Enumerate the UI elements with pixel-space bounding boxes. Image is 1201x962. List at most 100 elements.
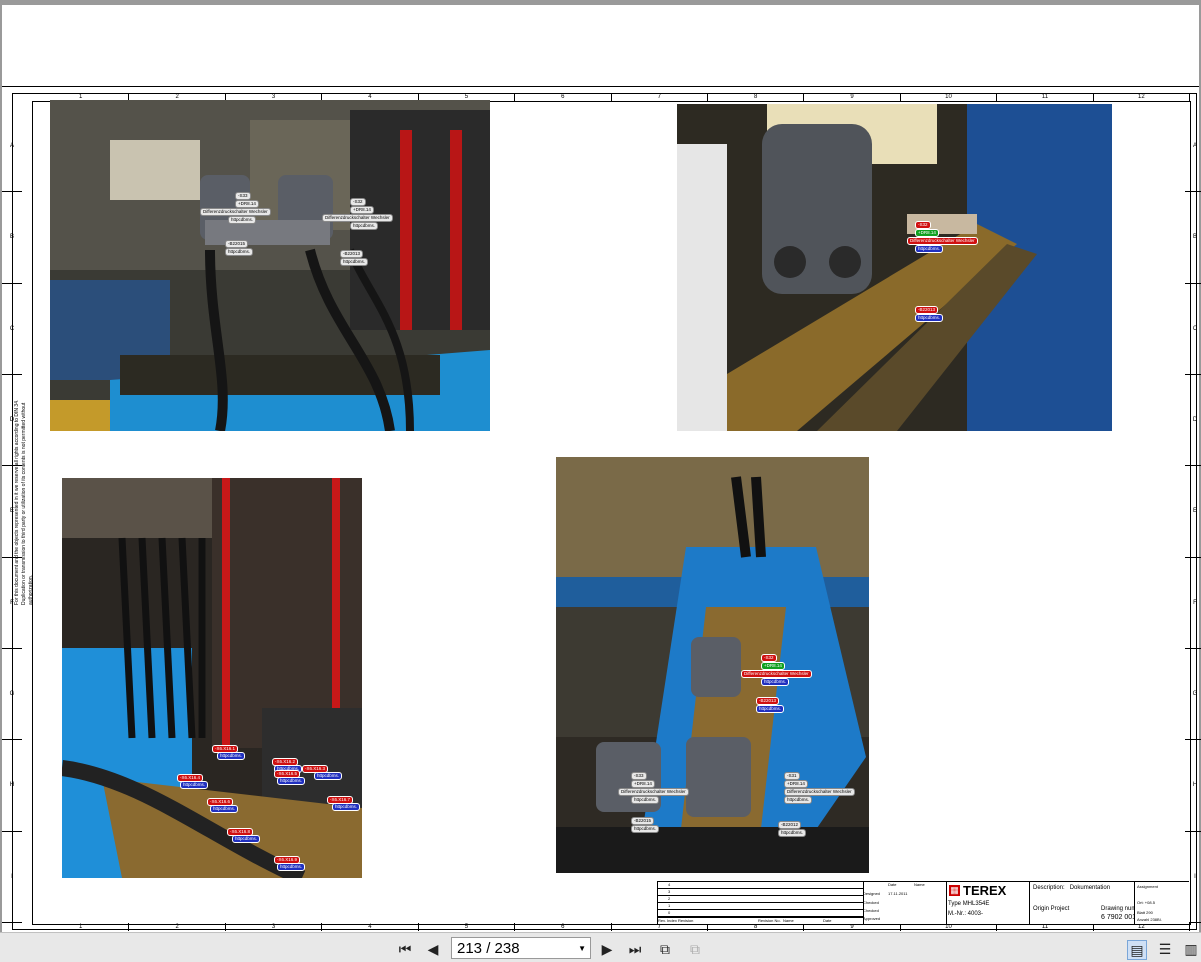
mnr-value: 4003- <box>967 911 984 917</box>
photo-annotation-label[interactable]: +DR8.14 <box>784 780 808 788</box>
date-header: Date <box>823 918 832 923</box>
photo-annotation-label[interactable]: httpcdbms. <box>332 803 361 811</box>
photo-annotation-label[interactable]: httpcdbms. <box>277 777 306 785</box>
revision-header: Revision <box>678 918 694 923</box>
photo-annotation-label[interactable]: Differenzdruckschalter Wechsler <box>741 670 812 678</box>
photo-annotation-label[interactable]: -S33 <box>235 192 251 200</box>
photo-annotation-label[interactable]: -S32 <box>350 198 366 206</box>
photo-annotation-label[interactable]: Differenzdruckschalter Wechsler <box>618 788 689 796</box>
photo-annotation-label[interactable]: httpcdbms. <box>631 825 660 833</box>
description-label: Description: <box>1033 885 1065 891</box>
photo-annotation-label[interactable]: Differenzdruckschalter Wechsler <box>907 237 978 245</box>
facing-pages-view-icon[interactable]: ▥ <box>1182 940 1200 958</box>
photo-filter-unit-top-right: -S32 +DR8.14 Differenzdruckschalter Wechsl… <box>677 104 1112 431</box>
ruler-row-right-H: H <box>1185 740 1201 832</box>
photo-annotation-label[interactable]: +DR8.14 <box>915 229 939 237</box>
ruler-row-right-F: F <box>1185 558 1201 649</box>
photo-annotation-label[interactable]: Differenzdruckschalter Wechsler <box>784 788 855 796</box>
photo-annotation-label[interactable]: httpcdbms. <box>756 705 785 713</box>
photo-annotation-label[interactable]: +DR8.14 <box>631 780 655 788</box>
header-divider <box>2 86 1199 87</box>
photo-annotation-label[interactable]: httpcdbms. <box>350 222 379 230</box>
previous-page-icon[interactable]: ◀ <box>424 940 442 958</box>
ruler-row-left-A: A <box>2 101 22 193</box>
first-page-icon[interactable]: ⏮ <box>396 940 414 958</box>
photo-annotation-label[interactable]: httpcdbms. <box>277 863 306 871</box>
photo-annotation-label[interactable]: httpcdbms. <box>210 805 239 813</box>
revision-row: 0 <box>658 910 863 917</box>
forward-view-icon[interactable]: ⧉ <box>686 940 704 958</box>
revision-row: 3 <box>658 889 863 896</box>
name-col-header: Name <box>914 882 925 887</box>
photo-annotation-label[interactable]: httpcdbms. <box>180 781 209 789</box>
role-designed: Designed <box>863 891 880 896</box>
rev-index-header: Rev. Index <box>658 918 677 923</box>
single-page-view-icon[interactable]: ▤ <box>1127 940 1147 960</box>
photo-annotation-label[interactable]: httpcdbms. <box>225 248 254 256</box>
company-name: TEREX <box>963 883 1007 898</box>
photo-annotation-label[interactable]: -B22015 <box>225 240 249 248</box>
revision-row: 1 <box>658 903 863 910</box>
page-number-select[interactable]: 213 / 238 ▼ <box>451 937 591 959</box>
photo-annotation-label[interactable]: httpcdbms. <box>784 796 813 804</box>
ruler-col-bottom-4: 4 <box>322 923 419 931</box>
date-col-header: Date <box>888 882 897 887</box>
type-label: Type <box>948 901 962 907</box>
photo-annotation-label[interactable]: -B22012 <box>778 821 802 829</box>
ruler-row-right-C: C <box>1185 284 1201 375</box>
role-approved: Approved <box>863 916 881 921</box>
photo-annotation-label[interactable]: Differenzdruckschalter Wechsler <box>322 214 393 222</box>
viewer-toolbar: ⏮ ◀ 213 / 238 ▼ ▶ ⏭ ⧉ ⧉ ▤ ☰ ▥ <box>0 932 1201 962</box>
ruler-col-top-7: 7 <box>612 93 708 101</box>
photo-annotation-label[interactable]: -S31 <box>784 772 800 780</box>
photo-annotation-label[interactable]: Differenzdruckschalter Wechsler <box>200 208 271 216</box>
project-name: Origin Project <box>1033 906 1070 912</box>
photo-annotation-label[interactable]: -B22013 <box>915 306 939 314</box>
photo-annotation-label[interactable]: -B22015 <box>631 817 655 825</box>
photo-annotation-label[interactable]: httpcdbms. <box>232 835 261 843</box>
mnr-label: M.-Nr.: <box>948 911 966 917</box>
revision-row: 2 <box>658 896 863 903</box>
ruler-col-top-10: 10 <box>901 93 998 101</box>
anzahl-label: Anzahl <box>1137 917 1150 922</box>
photo-annotation-label[interactable]: -S32 <box>761 654 777 662</box>
photo-annotation-label[interactable]: httpcdbms. <box>314 772 343 780</box>
photo-annotation-label[interactable]: -S33 <box>631 772 647 780</box>
ruler-right: ABCDEFGHI <box>1185 101 1201 923</box>
photo-annotation-label[interactable]: -S32 <box>915 221 931 229</box>
photo-annotation-label[interactable]: httpcdbms. <box>915 245 944 253</box>
ruler-row-left-I: I <box>2 832 22 923</box>
photo-annotation-label[interactable]: httpcdbms. <box>778 829 807 837</box>
ruler-col-top-6: 6 <box>515 93 612 101</box>
ruler-row-left-B: B <box>2 192 22 284</box>
photo-annotation-label[interactable]: httpcdbms. <box>340 258 369 266</box>
photo-annotation-label[interactable]: +DR8.14 <box>350 206 374 214</box>
photo-filter-unit-top-left: -S33 +DR8.14 Differenzdruckschalter Wechsl… <box>50 100 490 431</box>
photo-annotation-label[interactable]: httpcdbms. <box>915 314 944 322</box>
description-value: Dokumentation <box>1069 885 1111 891</box>
blatt-value: 290 <box>1146 910 1153 915</box>
title-block: 43210 Rev. Index Revision Revision No. N… <box>657 881 1189 925</box>
photo-annotation-label[interactable]: -B22013 <box>340 250 364 258</box>
ruler-row-right-D: D <box>1185 375 1201 467</box>
terex-logo-icon: ▦ <box>949 885 960 896</box>
photo-hose-connections-bottom-left: -X6.X16.1 httpcdbms. -X6.X16.2 httpcdbms. -X… <box>62 478 362 878</box>
page-indicator: 213 / 238 <box>457 939 520 957</box>
photo-annotation-label[interactable]: +DR8.14 <box>235 200 259 208</box>
photo-annotation-label[interactable]: +DR8.14 <box>761 662 785 670</box>
ruler-row-left-G: G <box>2 649 22 741</box>
continuous-view-icon[interactable]: ☰ <box>1156 940 1174 958</box>
photo-annotation-label[interactable]: httpcdbms. <box>217 752 246 760</box>
photo-annotation-label[interactable]: httpcdbms. <box>761 678 790 686</box>
ruler-col-bottom-3: 3 <box>226 923 323 931</box>
role-checked-1: Checked <box>863 900 879 905</box>
photo-annotation-label[interactable]: httpcdbms. <box>228 216 257 224</box>
photo-annotation-label[interactable]: -B22013 <box>756 697 780 705</box>
last-page-icon[interactable]: ⏭ <box>626 940 644 958</box>
ruler-col-bottom-5: 5 <box>419 923 516 931</box>
next-page-icon[interactable]: ▶ <box>598 940 616 958</box>
blatt-label: Blatt <box>1137 910 1146 915</box>
ruler-row-left-C: C <box>2 284 22 375</box>
back-view-icon[interactable]: ⧉ <box>656 940 674 958</box>
photo-annotation-label[interactable]: httpcdbms. <box>631 796 660 804</box>
